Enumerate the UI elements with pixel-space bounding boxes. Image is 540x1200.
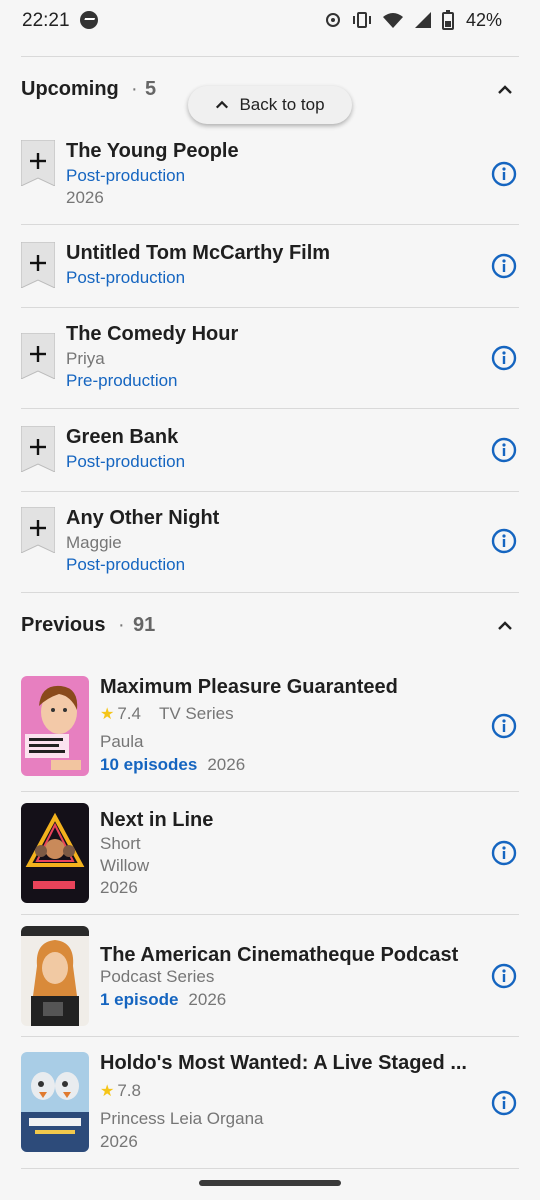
add-to-watchlist-icon[interactable] — [21, 426, 55, 472]
item-title[interactable]: Holdo's Most Wanted: A Live Staged ... — [100, 1052, 467, 1075]
add-to-watchlist-icon[interactable] — [21, 140, 55, 186]
chevron-up-icon[interactable] — [497, 618, 513, 634]
item-role: Willow — [100, 856, 150, 875]
divider — [21, 914, 519, 915]
item-year: 2026 — [100, 878, 138, 897]
status-bar: 22:21 42% — [0, 0, 540, 40]
battery-percent: 42% — [465, 10, 502, 30]
poster-image[interactable] — [21, 803, 89, 903]
info-icon[interactable] — [491, 1090, 517, 1116]
item-title[interactable]: The Comedy Hour — [66, 323, 238, 346]
item-role: Paula — [100, 732, 144, 751]
item-title[interactable]: Any Other Night — [66, 507, 219, 530]
section-title: Upcoming — [21, 78, 119, 100]
info-icon[interactable] — [491, 437, 517, 463]
divider — [21, 491, 519, 492]
item-rating: 7.4 — [117, 704, 141, 723]
info-icon[interactable] — [491, 528, 517, 554]
list-item[interactable]: Holdo's Most Wanted: A Live Staged ... ★… — [21, 1052, 519, 1156]
item-year: 2026 — [207, 755, 246, 774]
item-type: Short — [100, 834, 141, 853]
add-to-watchlist-icon[interactable] — [21, 242, 55, 288]
wifi-icon — [383, 13, 403, 28]
item-role: Princess Leia Organa — [100, 1109, 264, 1128]
list-item[interactable]: Next in Line Short Willow 2026 — [21, 803, 519, 903]
divider — [21, 1036, 519, 1037]
star-icon: ★ — [100, 1083, 115, 1100]
item-title[interactable]: The American Cinematheque Podcast — [100, 944, 458, 967]
divider — [21, 224, 519, 225]
item-role: Maggie — [66, 533, 122, 552]
item-status: Pre-production — [66, 371, 178, 390]
item-year: 2026 — [188, 990, 227, 1009]
poster-image[interactable] — [21, 926, 89, 1026]
item-title[interactable]: The Young People — [66, 140, 239, 163]
item-rating-line: ★ 7.4 TV Series — [100, 704, 234, 724]
section-dot: · — [131, 78, 138, 100]
chevron-up-icon — [216, 100, 229, 109]
item-episodes-line: 1 episode 2026 — [100, 990, 226, 1010]
item-status: Post-production — [66, 268, 186, 287]
messenger-icon — [80, 11, 98, 29]
list-item[interactable]: Maximum Pleasure Guaranteed ★ 7.4 TV Serie… — [21, 676, 519, 780]
info-icon[interactable] — [491, 253, 517, 279]
section-title: Previous — [21, 614, 106, 636]
chevron-up-icon[interactable] — [497, 82, 513, 98]
previous-section-header[interactable]: Previous · 91 — [21, 606, 519, 646]
section-count: 5 — [145, 78, 157, 100]
item-role: Priya — [66, 349, 105, 368]
signal-icon — [415, 12, 431, 28]
battery-icon — [442, 10, 454, 30]
item-type: Podcast Series — [100, 967, 215, 986]
star-icon: ★ — [100, 706, 115, 723]
poster-image[interactable] — [21, 1052, 89, 1152]
divider — [21, 56, 519, 57]
item-status: Post-production — [66, 555, 186, 574]
item-type: TV Series — [158, 704, 234, 723]
list-item[interactable]: The Comedy Hour Priya Pre-production — [21, 323, 519, 407]
episodes-link[interactable]: 1 episode — [100, 990, 178, 1009]
item-status: Post-production — [66, 166, 186, 185]
item-year: 2026 — [66, 188, 104, 207]
list-item[interactable]: Green Bank Post-production — [21, 426, 519, 490]
vibrate-icon — [353, 12, 371, 28]
info-icon[interactable] — [491, 840, 517, 866]
poster-image[interactable] — [21, 676, 89, 776]
back-to-top-button[interactable]: Back to top — [188, 86, 352, 124]
status-time: 22:21 — [22, 10, 70, 31]
add-to-watchlist-icon[interactable] — [21, 507, 55, 553]
episodes-link[interactable]: 10 episodes — [100, 755, 197, 774]
gesture-nav-handle[interactable] — [199, 1180, 341, 1186]
section-count: 91 — [133, 614, 156, 636]
divider — [21, 592, 519, 593]
list-item[interactable]: The American Cinematheque Podcast Podcas… — [21, 926, 519, 1026]
item-title[interactable]: Untitled Tom McCarthy Film — [66, 242, 330, 265]
item-title[interactable]: Next in Line — [100, 809, 213, 832]
section-dot: · — [118, 614, 125, 636]
divider — [21, 1168, 519, 1169]
item-title[interactable]: Maximum Pleasure Guaranteed — [100, 676, 398, 699]
divider — [21, 408, 519, 409]
info-icon[interactable] — [491, 161, 517, 187]
system-icons — [324, 10, 454, 30]
divider — [21, 791, 519, 792]
list-item[interactable]: Untitled Tom McCarthy Film Post-producti… — [21, 242, 519, 306]
item-year: 2026 — [100, 1132, 138, 1151]
item-status: Post-production — [66, 452, 186, 471]
item-rating: 7.8 — [117, 1081, 141, 1100]
list-item[interactable]: Any Other Night Maggie Post-production — [21, 507, 519, 591]
item-episodes-line: 10 episodes 2026 — [100, 755, 245, 775]
info-icon[interactable] — [491, 345, 517, 371]
divider — [21, 307, 519, 308]
item-rating-line: ★ 7.8 — [100, 1081, 141, 1101]
location-icon — [326, 13, 340, 27]
info-icon[interactable] — [491, 963, 517, 989]
add-to-watchlist-icon[interactable] — [21, 333, 55, 379]
list-item[interactable]: The Young People Post-production 2026 — [21, 140, 519, 224]
item-title[interactable]: Green Bank — [66, 426, 178, 449]
back-to-top-label: Back to top — [239, 95, 325, 114]
info-icon[interactable] — [491, 713, 517, 739]
